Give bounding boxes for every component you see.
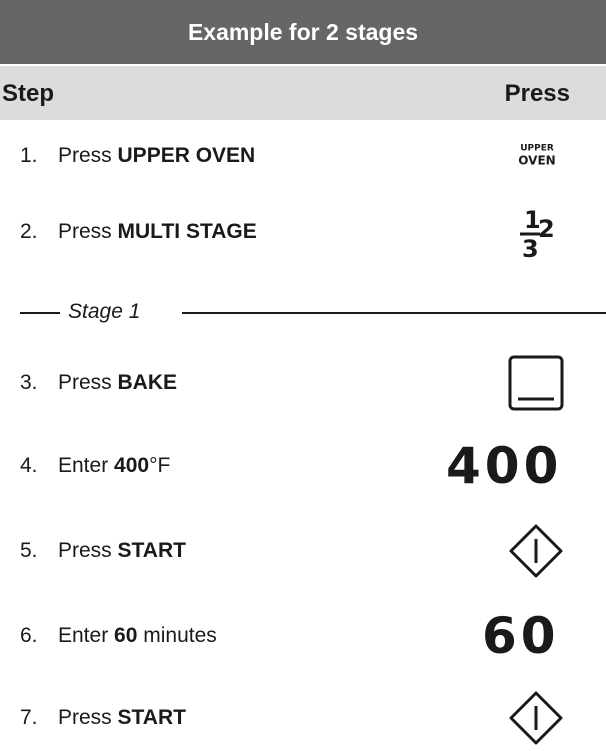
step-keyword: UPPER OVEN [117, 144, 256, 167]
step-text: 2. Press MULTI STAGE [20, 220, 257, 244]
step-verb: Enter [58, 624, 115, 647]
digit-display-60: 60 [482, 607, 560, 665]
header-press: Press [504, 80, 570, 107]
step-number: 3. [20, 371, 38, 394]
multi-stage-digit-2: 2 [538, 215, 555, 243]
step-keyword: 400 [114, 454, 150, 477]
multi-stage-digit-3: 3 [522, 235, 539, 260]
step-row-7: 7. Press START [0, 688, 606, 748]
step-row-6: 6. Enter 60 minutes 60 [0, 606, 606, 666]
stage-label: Stage 1 [68, 300, 147, 324]
multi-stage-icon: 1 2 3 [512, 204, 562, 263]
upper-oven-key: UPPER OVEN [512, 144, 562, 167]
table-header: Step Press [0, 66, 606, 120]
step-text: 5. Press START [20, 539, 186, 563]
step-suffix: °F [149, 454, 171, 477]
step-row-5: 5. Press START [0, 521, 606, 581]
step-text: 4. Enter 400°F [20, 454, 170, 478]
stage-dash-right [182, 312, 606, 314]
step-verb: Press [58, 706, 118, 729]
step-row-1: 1. Press UPPER OVEN UPPER OVEN [0, 126, 606, 186]
step-row-4: 4. Enter 400°F 400 [0, 436, 606, 496]
table-title: Example for 2 stages [187, 18, 419, 45]
step-number: 5. [20, 539, 38, 562]
start-icon [508, 690, 564, 746]
step-number: 7. [20, 706, 38, 729]
step-keyword: START [117, 539, 186, 562]
step-number: 4. [20, 454, 38, 477]
step-text: 7. Press START [20, 706, 186, 730]
digit-display-400: 400 [446, 437, 563, 495]
step-keyword: 60 [114, 624, 138, 647]
step-row-3: 3. Press BAKE [0, 353, 606, 413]
bake-icon [508, 355, 564, 411]
step-keyword: BAKE [117, 371, 178, 394]
step-number: 1. [20, 144, 38, 167]
stage-divider: Stage 1 [20, 300, 606, 324]
step-verb: Enter [58, 454, 115, 477]
step-keyword: START [117, 706, 186, 729]
start-icon [508, 523, 564, 579]
step-verb: Press [58, 144, 118, 167]
upper-oven-key-line2: OVEN [518, 153, 556, 168]
step-number: 6. [20, 624, 38, 647]
step-verb: Press [58, 539, 118, 562]
table-title-bar: Example for 2 stages [0, 0, 606, 64]
stage-dash-left [20, 312, 60, 314]
step-row-2: 2. Press MULTI STAGE 1 2 3 [0, 202, 606, 263]
step-verb: Press [58, 371, 118, 394]
step-verb: Press [58, 220, 118, 243]
header-step: Step [2, 80, 55, 107]
step-text: 3. Press BAKE [20, 371, 177, 395]
step-text: 1. Press UPPER OVEN [20, 144, 255, 168]
step-number: 2. [20, 220, 38, 243]
step-text: 6. Enter 60 minutes [20, 624, 217, 648]
step-keyword: MULTI STAGE [117, 220, 257, 243]
step-suffix: minutes [137, 624, 217, 647]
